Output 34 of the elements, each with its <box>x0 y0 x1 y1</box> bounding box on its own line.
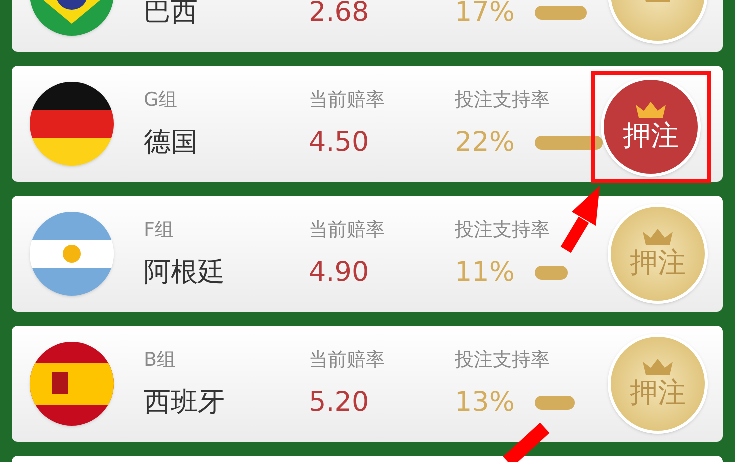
odds-label: 当前赔率 <box>309 218 386 242</box>
support-bar <box>535 396 576 410</box>
arrow <box>560 186 600 254</box>
group-label: G组 <box>144 88 179 112</box>
crown-icon <box>641 358 675 376</box>
flag-icon <box>30 82 114 166</box>
team-name: 西班牙 <box>144 386 225 420</box>
crown-icon <box>641 228 675 246</box>
group-label: F组 <box>144 218 175 242</box>
support-bar <box>535 6 588 20</box>
support-value: 17% <box>455 0 516 30</box>
bet-button[interactable]: 押注 <box>601 77 701 177</box>
odds-value: 4.90 <box>309 256 370 290</box>
team-name: 巴西 <box>144 0 198 30</box>
crown-icon <box>634 101 668 119</box>
group-label: B组 <box>144 348 178 372</box>
support-value: 22% <box>455 126 516 160</box>
support-label: 投注支持率 <box>455 88 551 112</box>
team-name: 德国 <box>144 126 198 160</box>
support-bar <box>535 266 568 280</box>
odds-label: 当前赔率 <box>309 88 386 112</box>
bet-button[interactable]: 押注 <box>608 204 708 304</box>
support-label: 投注支持率 <box>455 218 551 242</box>
support-value: 13% <box>455 386 516 420</box>
support-label: 投注支持率 <box>455 348 551 372</box>
support-value: 11% <box>455 256 516 290</box>
odds-value: 5.20 <box>309 386 370 420</box>
flag-icon <box>30 212 114 296</box>
team-name: 阿根廷 <box>144 256 225 290</box>
odds-value: 2.68 <box>309 0 370 30</box>
odds-label: 当前赔率 <box>309 348 386 372</box>
odds-value: 4.50 <box>309 126 370 160</box>
support-bar <box>535 136 604 150</box>
bet-button[interactable]: 押注 <box>608 334 708 434</box>
